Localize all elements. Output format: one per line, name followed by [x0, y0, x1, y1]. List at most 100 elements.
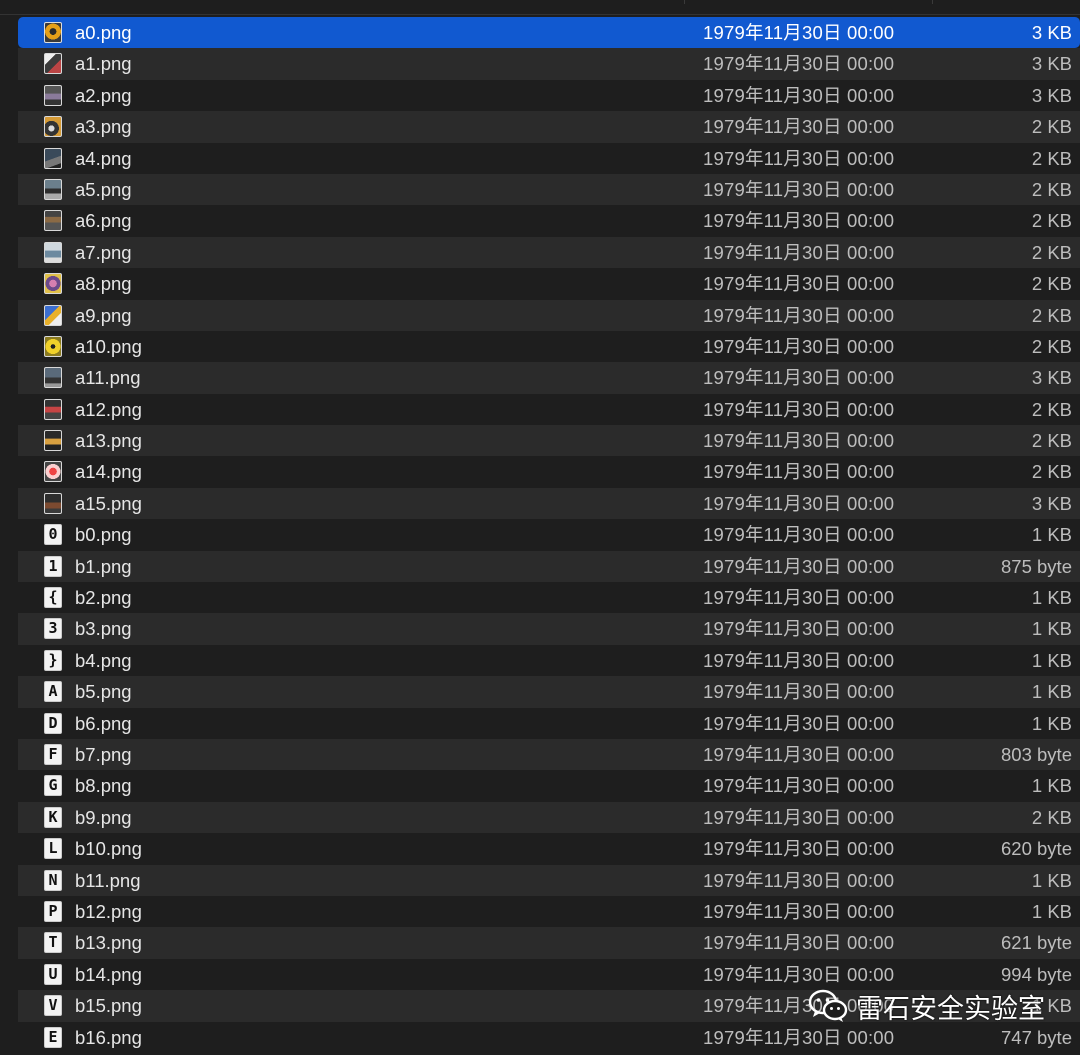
file-row[interactable]: a5.png 1979年11月30日 00:00 2 KB: [18, 173, 1080, 206]
glyph-thumbnail-icon: V: [44, 995, 62, 1017]
file-date-modified: 1979年11月30日 00:00: [703, 273, 895, 295]
file-row[interactable]: a13.png 1979年11月30日 00:00 2 KB: [18, 425, 1080, 457]
file-row[interactable]: } b4.png 1979年11月30日 00:00 1 KB: [18, 644, 1080, 677]
image-thumbnail-icon: [44, 241, 62, 263]
image-thumbnail-icon: [44, 398, 62, 420]
file-date-modified: 1979年11月30日 00:00: [703, 963, 895, 985]
glyph-thumbnail-icon: 0: [44, 524, 62, 546]
file-name: b9.png: [75, 806, 132, 828]
image-thumbnail-icon: [44, 84, 62, 106]
file-name: a3.png: [75, 116, 132, 138]
file-name: b5.png: [75, 681, 132, 703]
file-name: b15.png: [75, 995, 142, 1017]
file-date-modified: 1979年11月30日 00:00: [703, 1026, 895, 1048]
file-row[interactable]: a2.png 1979年11月30日 00:00 3 KB: [18, 79, 1080, 112]
file-date-modified: 1979年11月30日 00:00: [703, 712, 895, 734]
file-row[interactable]: a6.png 1979年11月30日 00:00 2 KB: [18, 205, 1080, 237]
file-date-modified: 1979年11月30日 00:00: [703, 743, 895, 765]
column-separator[interactable]: [932, 0, 933, 4]
file-size: 2 KB: [1031, 335, 1072, 357]
image-thumbnail-icon: [44, 116, 62, 138]
file-date-modified: 1979年11月30日 00:00: [703, 555, 895, 577]
file-name: a4.png: [75, 147, 132, 169]
file-date-modified: 1979年11月30日 00:00: [703, 587, 895, 609]
file-date-modified: 1979年11月30日 00:00: [703, 461, 895, 483]
glyph-thumbnail-icon: P: [44, 900, 62, 922]
glyph-thumbnail-icon: D: [44, 712, 62, 734]
file-date-modified: 1979年11月30日 00:00: [703, 649, 895, 671]
file-size: 1 KB: [1031, 524, 1072, 546]
image-thumbnail-icon: [44, 178, 62, 200]
file-size: 1 KB: [1031, 681, 1072, 703]
file-name: b11.png: [75, 869, 141, 891]
file-row[interactable]: Lb10.png 1979年11月30日 00:00 620 byte: [18, 833, 1080, 865]
file-row[interactable]: Tb13.png 1979年11月30日 00:00 621 byte: [18, 927, 1080, 959]
file-date-modified: 1979年11月30日 00:00: [703, 367, 895, 389]
glyph-thumbnail-icon: K: [44, 806, 62, 828]
file-name: b10.png: [75, 838, 142, 860]
file-name: b12.png: [75, 900, 142, 922]
file-row[interactable]: {b2.png 1979年11月30日 00:00 1 KB: [18, 582, 1080, 614]
file-name: b6.png: [75, 712, 132, 734]
column-header-strip: [0, 0, 1080, 15]
file-row[interactable]: a10.png 1979年11月30日 00:00 2 KB: [18, 330, 1080, 363]
file-name: b7.png: [75, 743, 132, 765]
file-row[interactable]: a0.png 1979年11月30日 00:00 3 KB: [18, 17, 1080, 49]
file-row[interactable]: a9.png 1979年11月30日 00:00 2 KB: [18, 299, 1080, 331]
file-size: 2 KB: [1031, 430, 1072, 452]
file-date-modified: 1979年11月30日 00:00: [703, 22, 895, 43]
file-row[interactable]: Ab5.png 1979年11月30日 00:00 1 KB: [18, 676, 1080, 708]
file-name: a6.png: [75, 210, 132, 232]
file-row[interactable]: a14.png 1979年11月30日 00:00 2 KB: [18, 456, 1080, 488]
file-row[interactable]: Gb8.png 1979年11月30日 00:00 1 KB: [18, 770, 1080, 802]
file-row[interactable]: a1.png 1979年11月30日 00:00 3 KB: [18, 48, 1080, 80]
file-size: 3 KB: [1031, 84, 1072, 106]
file-size: 2 KB: [1031, 304, 1072, 326]
file-size: 1 KB: [1031, 869, 1072, 891]
file-row[interactable]: Ub14.png 1979年11月30日 00:00 994 byte: [18, 958, 1080, 991]
file-row[interactable]: Pb12.png 1979年11月30日 00:00 1 KB: [18, 895, 1080, 928]
file-row[interactable]: a7.png 1979年11月30日 00:00 2 KB: [18, 236, 1080, 269]
file-name: a7.png: [75, 241, 132, 263]
file-name: b0.png: [75, 524, 132, 546]
file-name: a5.png: [75, 178, 132, 200]
file-row[interactable]: Vb15.png 1979年11月30日 00:00 1 KB: [18, 990, 1080, 1022]
file-size: 875 byte: [1001, 555, 1072, 577]
file-name: a8.png: [75, 273, 132, 295]
file-row[interactable]: Db6.png 1979年11月30日 00:00 1 KB: [18, 707, 1080, 739]
file-name: a2.png: [75, 84, 132, 106]
file-row[interactable]: a4.png 1979年11月30日 00:00 2 KB: [18, 142, 1080, 174]
file-size: 2 KB: [1031, 241, 1072, 263]
image-thumbnail-icon: [44, 367, 62, 389]
file-name: a9.png: [75, 304, 132, 326]
file-row[interactable]: Kb9.png 1979年11月30日 00:00 2 KB: [18, 801, 1080, 834]
file-row[interactable]: Nb11.png 1979年11月30日 00:00 1 KB: [18, 864, 1080, 896]
file-row[interactable]: 3 b3.png 1979年11月30日 00:00 1 KB: [18, 613, 1080, 645]
file-size: 747 byte: [1001, 1026, 1072, 1048]
file-row[interactable]: 0 b0.png 1979年11月30日 00:00 1 KB: [18, 519, 1080, 551]
file-row[interactable]: a8.png 1979年11月30日 00:00 2 KB: [18, 268, 1080, 300]
file-size: 1 KB: [1031, 649, 1072, 671]
image-thumbnail-icon: [44, 430, 62, 452]
file-row[interactable]: a11.png 1979年11月30日 00:00 3 KB: [18, 362, 1080, 394]
file-row[interactable]: Fb7.png 1979年11月30日 00:00 803 byte: [18, 738, 1080, 771]
file-date-modified: 1979年11月30日 00:00: [703, 995, 895, 1017]
file-row[interactable]: Eb16.png 1979年11月30日 00:00 747 byte: [18, 1021, 1080, 1053]
file-size: 2 KB: [1031, 273, 1072, 295]
file-row[interactable]: a12.png 1979年11月30日 00:00 2 KB: [18, 393, 1080, 426]
file-date-modified: 1979年11月30日 00:00: [703, 398, 895, 420]
file-name: a15.png: [75, 492, 142, 514]
image-thumbnail-icon: [44, 210, 62, 232]
file-date-modified: 1979年11月30日 00:00: [703, 838, 895, 860]
file-date-modified: 1979年11月30日 00:00: [703, 430, 895, 452]
glyph-thumbnail-icon: T: [44, 932, 62, 954]
file-name: a11.png: [75, 367, 141, 389]
image-thumbnail-icon: [44, 304, 62, 326]
column-separator[interactable]: [684, 0, 685, 4]
file-row[interactable]: 1 b1.png 1979年11月30日 00:00 875 byte: [18, 550, 1080, 583]
file-name: b13.png: [75, 932, 142, 954]
file-row[interactable]: a3.png 1979年11月30日 00:00 2 KB: [18, 111, 1080, 143]
file-row[interactable]: a15.png 1979年11月30日 00:00 3 KB: [18, 487, 1080, 520]
file-size: 3 KB: [1031, 492, 1072, 514]
file-date-modified: 1979年11月30日 00:00: [703, 241, 895, 263]
